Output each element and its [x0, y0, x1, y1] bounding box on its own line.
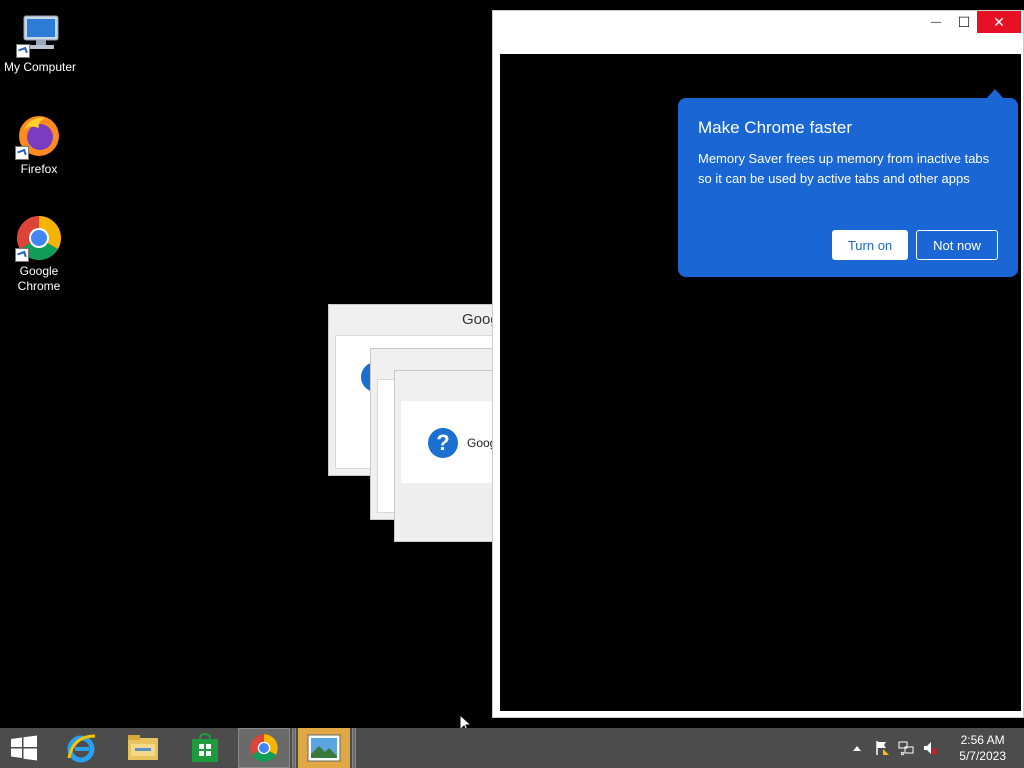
desktop-icon-label: Google Chrome	[17, 264, 61, 293]
clock[interactable]: 2:56 AM 5/7/2023	[959, 732, 1006, 764]
taskbar-separator	[352, 728, 356, 768]
chrome-icon	[250, 734, 278, 762]
maximize-icon: ☐	[957, 13, 971, 30]
maximize-button[interactable]: ☐	[949, 11, 979, 33]
photos-icon	[307, 734, 341, 762]
desktop-icon-google-chrome[interactable]: Google Chrome	[0, 214, 79, 294]
store-icon	[192, 733, 218, 762]
dialog-footer	[401, 483, 497, 537]
taskbar-store[interactable]	[176, 728, 234, 768]
action-center-flag-icon	[876, 741, 889, 755]
file-explorer-icon	[128, 735, 158, 760]
start-icon	[11, 735, 37, 761]
bubble-body: Memory Saver frees up memory from inacti…	[698, 151, 990, 186]
taskbar-internet-explorer[interactable]	[52, 728, 110, 768]
desktop-icon-firefox[interactable]: Firefox	[0, 112, 79, 177]
action-center-button[interactable]	[872, 728, 892, 768]
minimize-button[interactable]: —	[921, 11, 951, 33]
chrome-icon	[15, 214, 63, 262]
taskbar-separator	[292, 728, 296, 768]
close-button[interactable]: ✕	[977, 11, 1021, 33]
bubble-title: Make Chrome faster	[698, 118, 852, 137]
network-icon	[898, 741, 914, 756]
start-button[interactable]	[0, 728, 48, 768]
taskbar-chrome[interactable]	[238, 728, 290, 768]
show-hidden-icons-button[interactable]	[848, 728, 866, 768]
desktop-icon-label: My Computer	[3, 60, 77, 74]
desktop-icon-label: Firefox	[20, 162, 58, 176]
turn-on-button[interactable]: Turn on	[832, 230, 908, 260]
close-icon: ✕	[993, 13, 1005, 30]
question-icon: ?	[428, 428, 458, 458]
minimize-icon: —	[931, 16, 941, 28]
clock-date: 5/7/2023	[959, 749, 1006, 763]
firefox-icon	[15, 112, 63, 160]
taskbar-photos[interactable]	[298, 728, 350, 768]
computer-icon	[16, 10, 64, 58]
dialog-front[interactable]: ? Goog	[394, 370, 498, 542]
network-button[interactable]	[896, 728, 916, 768]
taskbar-file-explorer[interactable]	[114, 728, 172, 768]
volume-button[interactable]	[920, 728, 940, 768]
clock-time: 2:56 AM	[960, 733, 1005, 747]
desktop-icon-my-computer[interactable]: My Computer	[0, 10, 80, 75]
show-hidden-icons-icon	[853, 745, 861, 751]
volume-muted-icon	[924, 742, 938, 755]
not-now-button[interactable]: Not now	[916, 230, 998, 260]
memory-saver-bubble: Make Chrome faster Memory Saver frees up…	[678, 89, 1018, 277]
internet-explorer-icon	[67, 734, 96, 763]
taskbar: 2:56 AM 5/7/2023	[0, 728, 1024, 768]
